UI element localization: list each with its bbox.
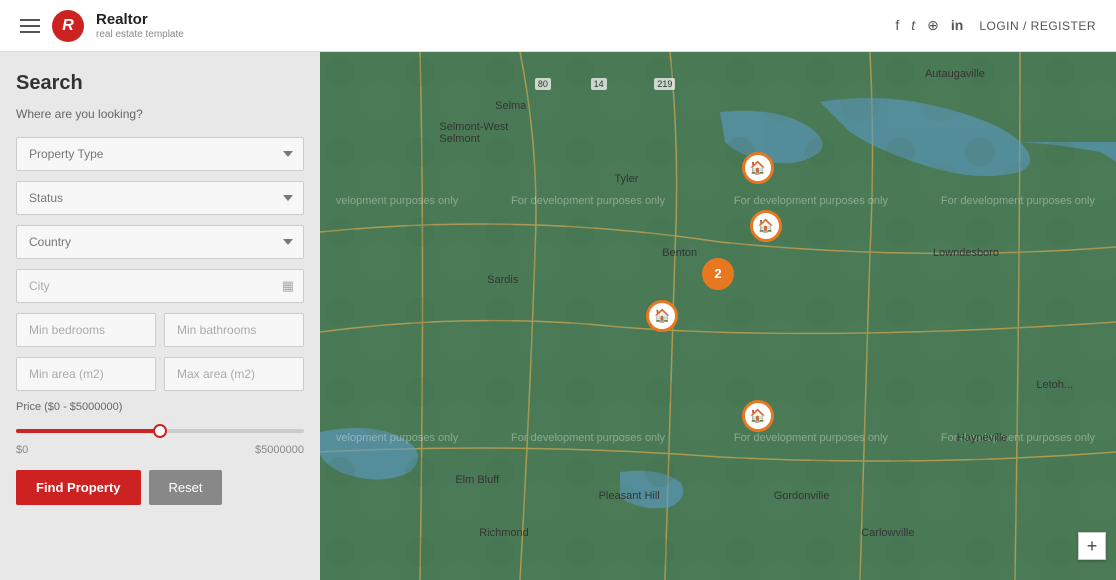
map-container: velopment purposes only For development … bbox=[320, 52, 1116, 580]
dev-watermark-2: For development purposes only bbox=[511, 195, 665, 207]
globe-icon[interactable]: ⊕ bbox=[927, 17, 939, 34]
social-icons: f t ⊕ in bbox=[895, 17, 963, 34]
price-max-label: $5000000 bbox=[255, 444, 304, 456]
twitter-icon[interactable]: t bbox=[911, 17, 915, 34]
header-left: R Realtor real estate template bbox=[20, 10, 184, 42]
min-area-input[interactable] bbox=[16, 357, 156, 391]
linkedin-icon[interactable]: in bbox=[951, 17, 963, 34]
dev-watermark-1: velopment purposes only bbox=[336, 195, 458, 207]
facebook-icon[interactable]: f bbox=[895, 17, 899, 34]
header-right: f t ⊕ in LOGIN / REGISTER bbox=[895, 17, 1096, 34]
map-svg bbox=[320, 52, 1116, 580]
action-buttons: Find Property Reset bbox=[16, 470, 304, 505]
price-min-label: $0 bbox=[16, 444, 28, 456]
header: R Realtor real estate template f t ⊕ in … bbox=[0, 0, 1116, 52]
search-subtitle: Where are you looking? bbox=[16, 107, 304, 121]
house-icon-5: 🏠 bbox=[750, 408, 766, 424]
dev-watermark-5: velopment purposes only bbox=[336, 432, 458, 444]
dev-watermark-8: For development purposes only bbox=[941, 432, 1095, 444]
map-pin-cluster[interactable]: 2 bbox=[702, 258, 734, 290]
price-range-labels: $0 $5000000 bbox=[16, 444, 304, 456]
map-pin-1[interactable]: 🏠 bbox=[742, 152, 774, 184]
map-pin-4[interactable]: 🏠 bbox=[646, 300, 678, 332]
property-type-select[interactable]: Property Type bbox=[16, 137, 304, 171]
status-select[interactable]: Status bbox=[16, 181, 304, 215]
dev-watermark-7: For development purposes only bbox=[734, 432, 888, 444]
main-content: Search Where are you looking? Property T… bbox=[0, 52, 1116, 580]
dev-watermark-4: For development purposes only bbox=[941, 195, 1095, 207]
price-label: Price ($0 - $5000000) bbox=[16, 401, 304, 413]
brand-subtitle: real estate template bbox=[96, 29, 184, 41]
hamburger-button[interactable] bbox=[20, 19, 40, 33]
search-title: Search bbox=[16, 72, 304, 95]
zoom-in-button[interactable]: + bbox=[1078, 532, 1106, 560]
house-icon-4: 🏠 bbox=[654, 308, 670, 324]
min-bathrooms-input[interactable] bbox=[164, 313, 304, 347]
min-bedrooms-input[interactable] bbox=[16, 313, 156, 347]
city-input[interactable] bbox=[16, 269, 304, 303]
dev-watermark-3: For development purposes only bbox=[734, 195, 888, 207]
house-icon-1: 🏠 bbox=[750, 160, 766, 176]
price-slider[interactable] bbox=[16, 429, 304, 433]
cluster-count: 2 bbox=[714, 266, 721, 281]
dev-watermark-6: For development purposes only bbox=[511, 432, 665, 444]
price-slider-wrapper bbox=[16, 417, 304, 440]
brand-text: Realtor real estate template bbox=[96, 11, 184, 41]
map-pin-2[interactable]: 🏠 bbox=[750, 210, 782, 242]
logo-icon: R bbox=[52, 10, 84, 42]
brand-name: Realtor bbox=[96, 11, 184, 29]
max-area-input[interactable] bbox=[164, 357, 304, 391]
price-section: Price ($0 - $5000000) $0 $5000000 bbox=[16, 401, 304, 456]
login-register-link[interactable]: LOGIN / REGISTER bbox=[979, 19, 1096, 33]
area-row bbox=[16, 357, 304, 391]
house-icon-2: 🏠 bbox=[758, 218, 774, 234]
search-sidebar: Search Where are you looking? Property T… bbox=[0, 52, 320, 580]
bedrooms-bathrooms-row bbox=[16, 313, 304, 347]
city-search-icon: ▦ bbox=[282, 278, 294, 294]
city-wrapper: ▦ bbox=[16, 269, 304, 303]
map-pin-5[interactable]: 🏠 bbox=[742, 400, 774, 432]
country-select[interactable]: Country bbox=[16, 225, 304, 259]
find-property-button[interactable]: Find Property bbox=[16, 470, 141, 505]
reset-button[interactable]: Reset bbox=[149, 470, 223, 505]
